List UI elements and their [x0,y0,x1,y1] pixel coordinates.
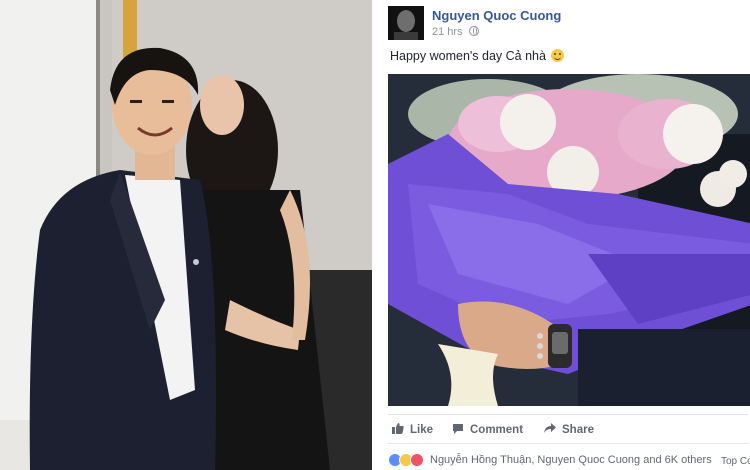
share-label: Share [562,424,594,436]
reactions-names[interactable]: Nguyễn Hồng Thuận, Nguyen Quoc Cuong and… [430,454,712,466]
thumbs-up-icon [392,423,404,434]
post-text: Happy women's day Cả nhà [390,49,565,63]
share-arrow-icon [544,423,556,433]
comment-button[interactable]: Comment [452,423,523,436]
comment-bubble-icon [453,424,463,434]
post-meta: 21 hrs [432,26,479,38]
globe-icon[interactable] [468,26,479,36]
comment-label: Comment [470,424,524,436]
reactions-summary[interactable]: Nguyễn Hồng Thuận, Nguyen Quoc Cuong and… [388,450,750,470]
top-comments-link[interactable]: Top Co [721,456,750,467]
author-avatar[interactable] [388,6,424,40]
smile-emoji-icon [551,49,565,62]
facebook-post: Nguyen Quoc Cuong 21 hrs Happy women's d… [372,0,750,470]
like-label: Like [410,424,434,436]
like-button[interactable]: Like [392,423,433,436]
author-name-link[interactable]: Nguyen Quoc Cuong [432,8,561,23]
love-reaction-icon [410,453,424,467]
post-message: Happy women's day Cả nhà [390,49,546,63]
post-photo-flowers[interactable] [388,74,750,406]
share-button[interactable]: Share [544,423,594,436]
post-header: Nguyen Quoc Cuong 21 hrs [388,6,748,40]
couple-photo [0,0,372,470]
post-timestamp[interactable]: 21 hrs [432,26,463,38]
post-action-bar: Like Comment Share [388,414,748,444]
